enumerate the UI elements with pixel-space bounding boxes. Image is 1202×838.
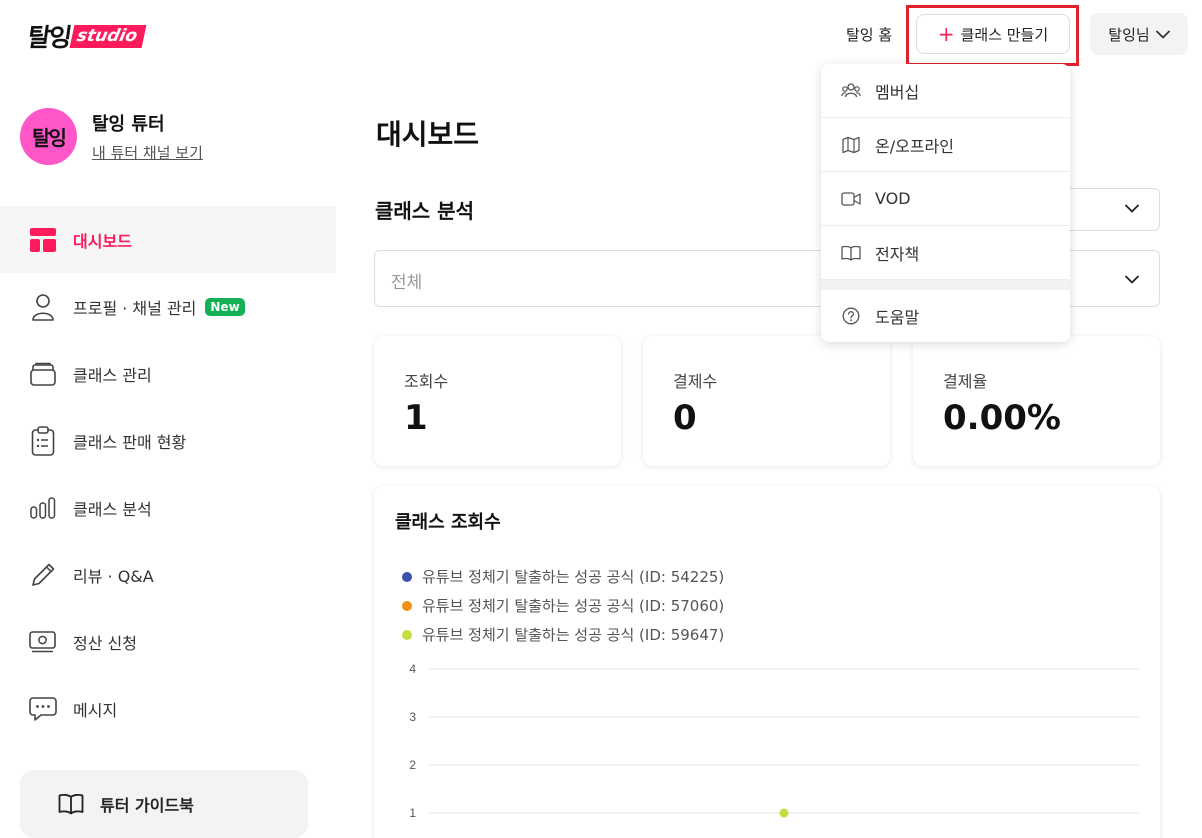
menu-item-vod[interactable]: VOD [821, 172, 1070, 226]
data-point[interactable] [779, 808, 789, 818]
stat-value: 0 [673, 398, 697, 438]
chevron-down-icon [1155, 30, 1170, 38]
filter-value: 전체 [391, 273, 423, 293]
video-icon [841, 191, 861, 206]
menu-item-label: VOD [875, 189, 911, 208]
home-link[interactable]: 탈잉 홈 [846, 24, 892, 45]
menu-item-label: 온/오프라인 [875, 136, 954, 156]
menu-item-ebook[interactable]: 전자책 [821, 226, 1070, 280]
sidebar-nav: 대시보드 프로필 · 채널 관리 New 클래스 관리 클래스 판매 현황 클래… [0, 206, 336, 742]
help-icon [841, 307, 861, 325]
sidebar: 탈잉 탈잉 튜터 내 튜터 채널 보기 대시보드 프로필 · 채널 관리 New… [0, 70, 336, 838]
money-icon [28, 627, 58, 657]
bar-chart-icon [28, 493, 58, 523]
map-icon [841, 136, 861, 154]
members-icon [841, 82, 861, 100]
section-title: 클래스 분석 [375, 199, 474, 223]
sidebar-item-label: 클래스 분석 [73, 499, 152, 519]
person-icon [28, 292, 58, 322]
menu-item-label: 도움말 [875, 308, 920, 327]
new-badge: New [205, 297, 245, 316]
user-menu-button[interactable]: 탈잉님 [1090, 13, 1188, 55]
stat-card-views: 조회수 1 [374, 336, 621, 466]
sidebar-item-dashboard[interactable]: 대시보드 [0, 206, 336, 273]
sidebar-item-review-qna[interactable]: 리뷰 · Q&A [0, 541, 336, 608]
sidebar-item-class-manage[interactable]: 클래스 관리 [0, 340, 336, 407]
menu-item-help[interactable]: 도움말 [821, 290, 1070, 342]
pencil-icon [28, 560, 58, 590]
sidebar-item-profile-channel[interactable]: 프로필 · 채널 관리 New [0, 273, 336, 340]
class-select-dropdown[interactable] [1060, 188, 1160, 231]
menu-divider [821, 280, 1070, 290]
book-icon [841, 245, 861, 261]
highlight-box [906, 5, 1079, 66]
class-box-icon [28, 359, 58, 389]
sidebar-item-label: 리뷰 · Q&A [73, 566, 154, 586]
chat-icon [28, 694, 58, 724]
stat-value: 0.00% [943, 398, 1061, 438]
sidebar-item-messages[interactable]: 메시지 [0, 675, 336, 742]
dashboard-icon [28, 225, 58, 255]
chart-plot: 4 3 2 1 [409, 662, 1139, 820]
menu-item-label: 전자책 [875, 244, 920, 264]
book-icon [58, 793, 84, 815]
menu-item-membership[interactable]: 멤버십 [821, 64, 1070, 118]
sidebar-item-settlement[interactable]: 정산 신청 [0, 608, 336, 675]
page-title: 대시보드 [376, 118, 480, 151]
y-tick-label: 2 [409, 758, 416, 772]
guide-label: 튜터 가이드북 [100, 796, 194, 815]
user-name: 탈잉님 [1108, 25, 1150, 44]
stat-label: 결제율 [943, 372, 988, 391]
stat-card-payments: 결제수 0 [643, 336, 890, 466]
sidebar-item-label: 정산 신청 [73, 633, 137, 653]
stat-value: 1 [404, 398, 428, 438]
sidebar-item-label: 프로필 · 채널 관리 [73, 298, 197, 318]
class-views-chart-card: 클래스 조회수 유튜브 정체기 탈출하는 성공 공식 (ID: 54225) 유… [374, 486, 1160, 838]
stat-label: 조회수 [404, 372, 449, 391]
logo-main-text: 탈잉 [25, 23, 72, 52]
sidebar-item-sales-status[interactable]: 클래스 판매 현황 [0, 407, 336, 474]
profile-name: 탈잉 튜터 [92, 114, 165, 135]
y-tick-label: 1 [409, 806, 416, 820]
sidebar-item-label: 클래스 판매 현황 [73, 432, 187, 452]
sidebar-item-label: 클래스 관리 [73, 365, 152, 385]
sidebar-item-class-analytics[interactable]: 클래스 분석 [0, 474, 336, 541]
stat-card-payment-rate: 결제율 0.00% [913, 336, 1160, 466]
tutor-profile: 탈잉 탈잉 튜터 내 튜터 채널 보기 [20, 108, 203, 165]
y-tick-label: 3 [409, 710, 416, 724]
menu-item-label: 멤버십 [875, 82, 920, 102]
avatar[interactable]: 탈잉 [20, 108, 77, 165]
stat-label: 결제수 [673, 372, 718, 391]
logo[interactable]: 탈잉 studio [25, 18, 147, 54]
y-tick-label: 4 [409, 662, 416, 676]
menu-item-on-offline[interactable]: 온/오프라인 [821, 118, 1070, 172]
logo-studio-text: studio [69, 24, 147, 48]
chevron-down-icon [1125, 204, 1139, 213]
clipboard-icon [28, 425, 58, 456]
chevron-down-icon [1125, 275, 1139, 284]
tutor-channel-link[interactable]: 내 튜터 채널 보기 [92, 142, 203, 163]
tutor-guidebook-button[interactable]: 튜터 가이드북 [20, 770, 308, 838]
sidebar-item-label: 대시보드 [73, 231, 132, 251]
sidebar-item-label: 메시지 [73, 700, 118, 720]
create-class-menu: 멤버십 온/오프라인 VOD 전자책 도움말 [821, 64, 1070, 342]
